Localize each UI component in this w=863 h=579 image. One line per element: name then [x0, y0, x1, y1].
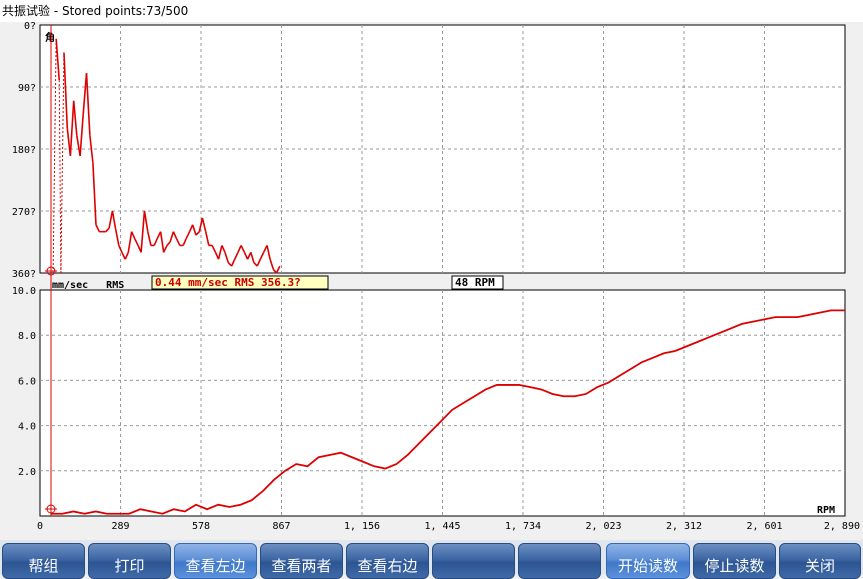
top-y-axis-label: 角 — [45, 31, 55, 44]
x-tick-label: 2, 312 — [666, 521, 702, 532]
top-y-tick-label: 270? — [12, 207, 36, 218]
bottom-y-axis-label: mm/sec RMS — [52, 280, 124, 291]
x-tick-label: 2, 890 — [824, 521, 860, 532]
x-tick-label: 2, 023 — [585, 521, 621, 532]
button-bar: 帮组 打印 查看左边 查看两者 查看右边 开始读数 停止读数 关闭 — [0, 540, 863, 579]
bottom-y-tick-label: 4.0 — [18, 422, 36, 433]
x-tick-label: 1, 734 — [505, 521, 541, 532]
bottom-y-tick-label: 10.0 — [12, 286, 36, 297]
rpm-readout: 48 RPM — [455, 276, 495, 289]
x-tick-label: 867 — [272, 521, 290, 532]
x-tick-label: 578 — [192, 521, 210, 532]
x-tick-label: 1, 156 — [344, 521, 380, 532]
bottom-y-tick-label: 8.0 — [18, 331, 36, 342]
bottom-y-tick-label: 2.0 — [18, 467, 36, 478]
x-tick-label: 289 — [111, 521, 129, 532]
x-tick-label: 1, 445 — [424, 521, 460, 532]
rpm-axis-label: RPM — [817, 505, 835, 516]
window-title: 共振试验 - Stored points:73/500 — [0, 0, 863, 22]
top-y-tick-label: 180? — [12, 145, 36, 156]
resonance-chart: 0? 90? 180? 270? 360? 2.0 4.0 6.0 8.0 10.0 0 289 5… — [0, 22, 863, 540]
bottom-y-tick-label: 6.0 — [18, 376, 36, 387]
top-y-tick-label: 0? — [24, 22, 36, 32]
vibration-readout: 0.44 mm/sec RMS 356.3? — [155, 276, 301, 289]
x-tick-label: 0 — [37, 521, 43, 532]
x-tick-label: 2, 601 — [746, 521, 782, 532]
top-y-tick-label: 90? — [18, 83, 36, 94]
top-y-tick-label: 360? — [12, 269, 36, 280]
